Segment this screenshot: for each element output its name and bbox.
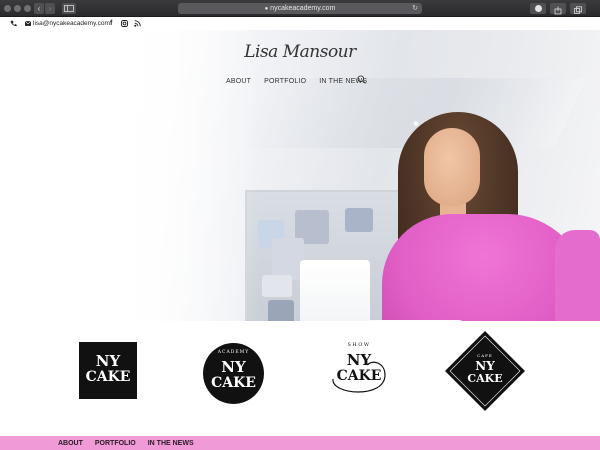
hero-fade-overlay — [0, 30, 260, 321]
tabs-button[interactable] — [570, 3, 586, 14]
envelope-icon — [24, 17, 32, 30]
logo-line1: NY — [475, 359, 495, 373]
share-button[interactable] — [550, 3, 566, 15]
logo-line1: NY — [95, 352, 121, 370]
site-logo[interactable]: Lisa Mansour — [240, 42, 360, 62]
nav-portfolio[interactable]: PORTFOLIO — [264, 78, 306, 85]
main-nav: ABOUT PORTFOLIO IN THE NEWS — [226, 75, 367, 87]
facebook-icon[interactable]: f — [110, 17, 112, 30]
logo-line2: CAKE — [336, 368, 382, 384]
download-icon — [535, 5, 542, 12]
instagram-icon[interactable] — [121, 17, 128, 30]
email-link[interactable]: lisa@nycakeacademy.com — [33, 17, 110, 30]
address-bar[interactable]: ● nycakeacademy.com ↻ — [178, 3, 422, 14]
top-utility-bar: lisa@nycakeacademy.com f — [0, 17, 600, 30]
cake-decoration — [345, 208, 373, 232]
cake-decoration — [268, 300, 294, 321]
ny-cake-show-logo[interactable]: SHOW NY CAKE — [327, 341, 391, 405]
footer-nav-portfolio[interactable]: PORTFOLIO — [95, 440, 136, 447]
portrait-arm — [555, 230, 600, 321]
cake-decoration — [262, 275, 292, 297]
logo-line1: NY — [346, 351, 372, 369]
rss-icon[interactable] — [134, 17, 141, 30]
tiered-cake — [300, 260, 370, 321]
ny-cake-logo[interactable]: NY CAKE — [79, 342, 137, 399]
logo-line1: NY — [221, 358, 246, 376]
sidebar-toggle-button[interactable] — [62, 3, 76, 14]
forward-button[interactable]: › — [45, 3, 55, 14]
search-icon[interactable] — [357, 75, 366, 84]
share-icon — [554, 6, 562, 15]
logo-top-word: CAFE — [477, 353, 493, 358]
sidebar-icon — [64, 5, 74, 12]
close-window-button[interactable] — [4, 5, 11, 12]
logo-line2: CAKE — [211, 375, 256, 391]
portrait-face — [424, 128, 480, 206]
tabs-icon — [574, 6, 582, 14]
lock-icon: ● — [264, 6, 269, 12]
ny-cake-cafe-logo[interactable]: CAFE NY CAKE — [445, 331, 525, 411]
logo-top-word: SHOW — [347, 342, 371, 348]
footer-nav-about[interactable]: ABOUT — [58, 440, 83, 447]
reload-button[interactable]: ↻ — [412, 3, 418, 14]
footer-nav-in-the-news[interactable]: IN THE NEWS — [148, 440, 194, 447]
phone-icon[interactable] — [10, 17, 17, 30]
url-text: nycakeacademy.com — [270, 5, 336, 12]
logo-line2: CAKE — [85, 369, 131, 385]
downloads-button[interactable] — [530, 3, 546, 14]
logo-line2: CAKE — [467, 372, 503, 385]
ny-cake-academy-logo[interactable]: ACADEMY NY CAKE — [203, 343, 264, 404]
browser-window: ‹ › ● nycakeacademy.com ↻ lisa@nycakeaca… — [0, 0, 600, 450]
back-button[interactable]: ‹ — [34, 3, 44, 14]
sparkle-icon: ✱ — [413, 121, 419, 128]
logo-top-word: ACADEMY — [217, 350, 250, 355]
browser-toolbar: ‹ › ● nycakeacademy.com ↻ — [0, 0, 600, 17]
minimize-window-button[interactable] — [14, 5, 21, 12]
hero-banner: ✱ Lisa Mansour ABOUT PORTFOLIO IN THE NE… — [0, 30, 600, 321]
footer-nav: ABOUT PORTFOLIO IN THE NEWS — [58, 436, 194, 450]
zoom-window-button[interactable] — [24, 5, 31, 12]
brand-logos-row: NY CAKE ACADEMY NY CAKE SHOW NY CAKE CAF… — [0, 321, 600, 436]
nav-about[interactable]: ABOUT — [226, 78, 251, 85]
footer-nav-bar: ABOUT PORTFOLIO IN THE NEWS — [0, 436, 600, 450]
